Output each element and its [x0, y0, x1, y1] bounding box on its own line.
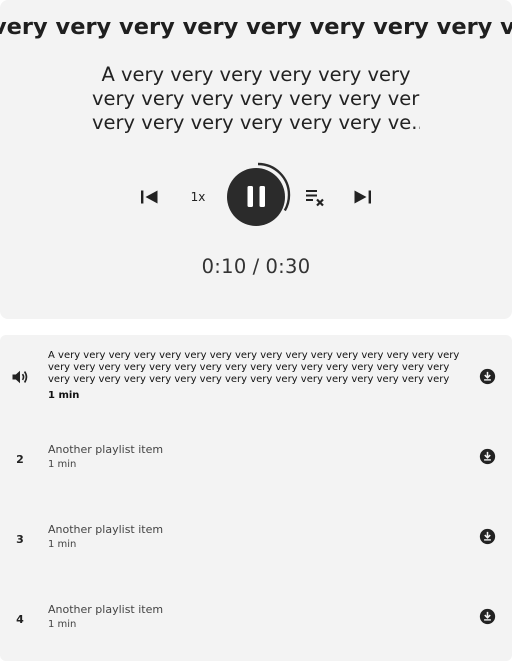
playlist-item-title: A very very very very very very very ver…	[48, 350, 460, 385]
playlist-panel: A very very very very very very very ver…	[0, 335, 512, 661]
playlist-item-title: Another playlist item	[48, 443, 164, 456]
playlist-item-title: Another playlist item	[48, 603, 164, 616]
playlist-item-title: Another playlist item	[48, 523, 164, 536]
time-total: 0:30	[265, 255, 311, 278]
scrolling-title: very very very very very very very very …	[0, 14, 512, 40]
playlist-item-number: 4	[16, 613, 24, 626]
skip-next-icon	[354, 190, 371, 204]
clear-playlist-button[interactable]	[303, 185, 327, 209]
playlist-item-duration: 1 min	[48, 390, 80, 401]
playlist-item[interactable]: 3 Another playlist item 1 min	[0, 495, 512, 575]
skip-previous-icon	[141, 190, 158, 204]
download-icon[interactable]	[479, 528, 496, 545]
track-subtitle: A very very very very very very very ver…	[92, 63, 420, 135]
progress-ring	[225, 162, 291, 228]
pause-button[interactable]	[224, 161, 292, 229]
playlist-remove-icon	[306, 190, 324, 207]
playlist-item-duration: 1 min	[48, 619, 77, 630]
subtitle-line: very very very very very very very	[92, 87, 420, 110]
playlist-item[interactable]: 2 Another playlist item 1 min	[0, 415, 512, 495]
player-panel: very very very very very very very very …	[0, 0, 512, 319]
time-separator: /	[252, 255, 260, 278]
previous-button[interactable]	[138, 185, 162, 209]
playback-speed-button[interactable]: 1x	[186, 186, 210, 208]
subtitle-line: A very very very very very very	[101, 63, 411, 86]
next-button[interactable]	[350, 185, 374, 209]
download-icon[interactable]	[479, 368, 496, 385]
download-icon[interactable]	[479, 608, 496, 625]
playlist-item-duration: 1 min	[48, 459, 77, 470]
download-icon[interactable]	[479, 448, 496, 465]
playlist-item[interactable]: 4 Another playlist item 1 min	[0, 575, 512, 655]
playlist-item-duration: 1 min	[48, 539, 77, 550]
playlist-item-number: 2	[16, 453, 24, 466]
time-current: 0:10	[201, 255, 247, 278]
subtitle-line: very very very very very very ve...	[92, 111, 420, 134]
speaker-icon	[12, 370, 28, 384]
playlist-item-number: 3	[16, 533, 24, 546]
time-display: 0:10/0:30	[0, 255, 512, 278]
playlist-item[interactable]: A very very very very very very very ver…	[0, 335, 512, 415]
